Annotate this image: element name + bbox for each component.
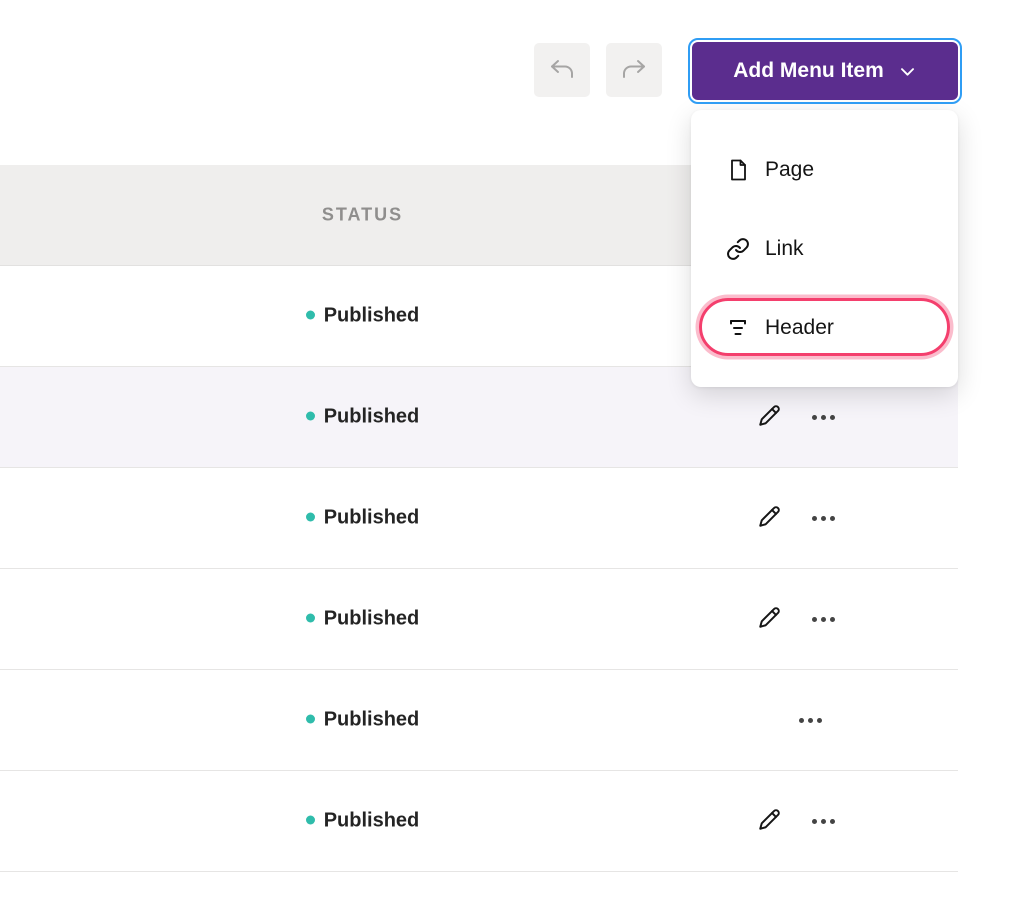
status-badge: Published — [240, 810, 485, 833]
pencil-icon — [755, 806, 783, 837]
status-badge: Published — [240, 709, 485, 732]
published-dot-icon — [306, 816, 315, 825]
undo-arrow-icon — [547, 56, 577, 85]
edit-button[interactable] — [750, 600, 788, 638]
more-actions-button[interactable] — [802, 806, 844, 836]
dropdown-item-label: Page — [765, 158, 814, 182]
table-row: Published — [0, 569, 958, 670]
status-badge: Published — [240, 305, 485, 328]
add-menu-item-label: Add Menu Item — [733, 59, 884, 83]
pencil-icon — [755, 604, 783, 635]
published-dot-icon — [306, 715, 315, 724]
more-actions-button[interactable] — [789, 705, 831, 735]
table-row: Published — [0, 771, 958, 872]
published-dot-icon — [306, 513, 315, 522]
edit-button[interactable] — [750, 499, 788, 537]
more-actions-button[interactable] — [802, 402, 844, 432]
table-row: Published — [0, 468, 958, 569]
table-row: Published — [0, 670, 958, 771]
published-dot-icon — [306, 412, 315, 421]
add-menu-item-button[interactable]: Add Menu Item — [692, 42, 958, 100]
published-dot-icon — [306, 614, 315, 623]
more-actions-button[interactable] — [802, 503, 844, 533]
status-badge: Published — [240, 507, 485, 530]
dropdown-item-label: Link — [765, 237, 804, 261]
dropdown-item-link[interactable]: Link — [691, 209, 958, 288]
status-badge: Published — [240, 608, 485, 631]
redo-button[interactable] — [606, 43, 662, 97]
pencil-icon — [755, 503, 783, 534]
add-menu-item-dropdown: Page Link Header — [691, 110, 958, 387]
published-dot-icon — [306, 311, 315, 320]
link-icon — [725, 236, 751, 262]
undo-button[interactable] — [534, 43, 590, 97]
edit-button[interactable] — [750, 802, 788, 840]
more-actions-button[interactable] — [802, 604, 844, 634]
page-icon — [725, 157, 751, 183]
chevron-down-icon — [898, 62, 917, 81]
status-badge: Published — [240, 406, 485, 429]
edit-button[interactable] — [750, 398, 788, 436]
pencil-icon — [755, 402, 783, 433]
status-column-header: STATUS — [240, 205, 485, 226]
dropdown-item-header[interactable]: Header — [691, 288, 958, 367]
header-icon — [725, 315, 751, 341]
menu-editor-page: Add Menu Item STATUS Published — [0, 0, 1028, 898]
dropdown-item-page[interactable]: Page — [691, 130, 958, 209]
dropdown-item-label: Header — [765, 316, 834, 340]
redo-arrow-icon — [619, 56, 649, 85]
